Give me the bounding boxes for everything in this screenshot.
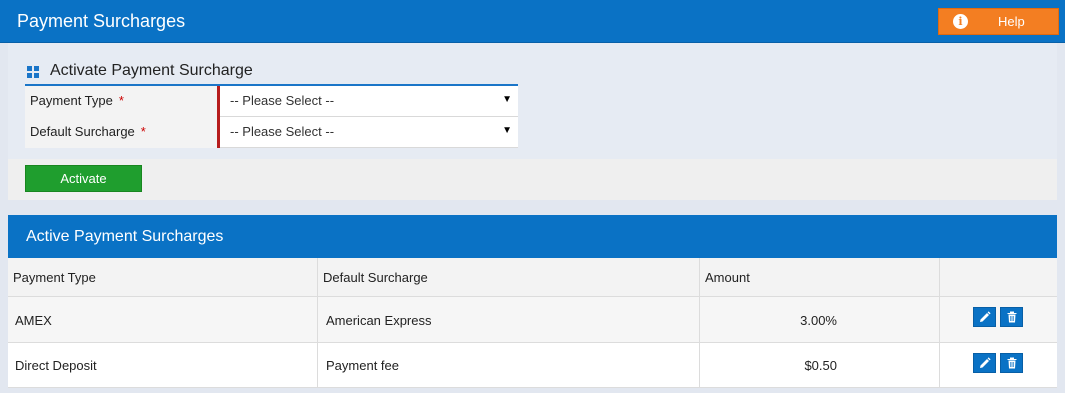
payment-type-select[interactable]: -- Please Select -- ▼ (225, 86, 518, 117)
table-row: Direct Deposit Payment fee $0.50 (8, 343, 1057, 388)
activate-footer (8, 159, 1057, 200)
trash-icon (1007, 311, 1017, 323)
cell-amount: 3.00% (800, 313, 837, 328)
delete-button[interactable] (1000, 307, 1023, 327)
payment-type-row: Payment Type * -- Please Select -- ▼ (25, 86, 518, 117)
surcharges-table: Payment Type Default Surcharge Amount AM… (8, 258, 1057, 388)
activate-button[interactable]: Activate (25, 165, 142, 192)
caret-down-icon: ▼ (502, 94, 512, 105)
grid-icon (27, 66, 39, 78)
required-mark: * (140, 124, 146, 139)
caret-down-icon: ▼ (502, 125, 512, 136)
table-row: AMEX American Express 3.00% (8, 297, 1057, 343)
help-button[interactable]: i Help (938, 8, 1059, 35)
payment-type-label: Payment Type * (25, 86, 220, 117)
column-header-default-surcharge: Default Surcharge (323, 270, 428, 285)
column-header-amount: Amount (705, 270, 750, 285)
table-title: Active Payment Surcharges (26, 228, 224, 245)
column-header-payment-type: Payment Type (13, 270, 96, 285)
cell-amount: $0.50 (804, 358, 837, 373)
edit-button[interactable] (973, 353, 996, 373)
table-header-row: Payment Type Default Surcharge Amount (8, 258, 1057, 297)
required-mark: * (118, 93, 124, 108)
pencil-icon (980, 311, 991, 322)
info-icon: i (953, 14, 968, 29)
activate-section-title: Activate Payment Surcharge (50, 62, 253, 79)
default-surcharge-select-value: -- Please Select -- (230, 124, 335, 139)
cell-default-surcharge: American Express (326, 313, 432, 328)
cell-default-surcharge: Payment fee (326, 358, 399, 373)
default-surcharge-row: Default Surcharge * -- Please Select -- ▼ (25, 117, 518, 148)
payment-type-select-value: -- Please Select -- (230, 93, 335, 108)
default-surcharge-label: Default Surcharge * (25, 117, 220, 148)
delete-button[interactable] (1000, 353, 1023, 373)
pencil-icon (980, 357, 991, 368)
default-surcharge-select[interactable]: -- Please Select -- ▼ (225, 117, 518, 148)
cell-payment-type: Direct Deposit (15, 358, 97, 373)
help-label: Help (998, 14, 1025, 29)
cell-payment-type: AMEX (15, 313, 52, 328)
page-title: Payment Surcharges (17, 11, 186, 31)
trash-icon (1007, 357, 1017, 369)
edit-button[interactable] (973, 307, 996, 327)
